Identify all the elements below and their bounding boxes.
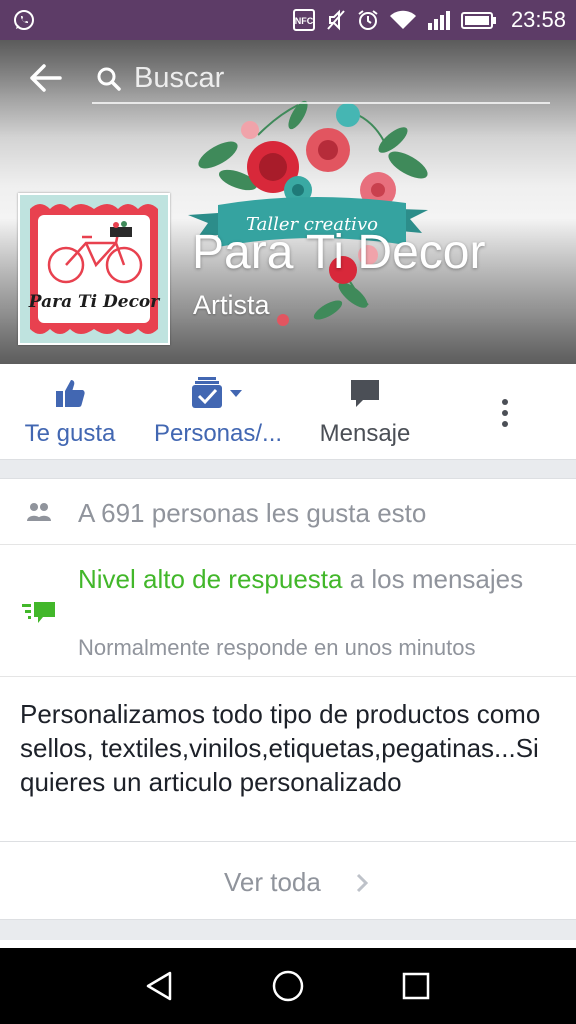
search-bar bbox=[0, 40, 576, 116]
nfc-icon: NFC bbox=[292, 9, 315, 31]
description-row: Personalizamos todo tipo de productos co… bbox=[0, 677, 576, 843]
alarm-icon bbox=[357, 9, 379, 31]
message-button[interactable]: Mensaje bbox=[314, 364, 416, 460]
following-icon bbox=[188, 376, 248, 410]
fast-reply-icon bbox=[22, 599, 56, 625]
response-rate-row: Nivel alto de respuesta a los mensajes N… bbox=[0, 545, 576, 677]
svg-text:NFC: NFC bbox=[295, 16, 314, 26]
message-icon bbox=[349, 376, 381, 410]
like-label: Te gusta bbox=[24, 420, 116, 447]
search-input[interactable] bbox=[134, 60, 534, 96]
action-bar: Te gusta Personas/... Mensaje bbox=[0, 364, 576, 460]
page-description: Personalizamos todo tipo de productos co… bbox=[20, 699, 541, 797]
wifi-icon bbox=[389, 9, 417, 31]
message-label: Mensaje bbox=[319, 420, 411, 447]
likes-row[interactable]: A 691 personas les gusta esto bbox=[0, 479, 576, 545]
next-section-edge bbox=[0, 940, 576, 948]
battery-icon bbox=[460, 9, 497, 31]
response-time-text: Normalmente responde en unos minutos bbox=[78, 635, 476, 660]
see-all-label: Ver toda bbox=[224, 867, 321, 897]
people-icon bbox=[26, 501, 52, 523]
following-button[interactable]: Personas/... bbox=[150, 364, 286, 460]
home-circle-icon[interactable] bbox=[268, 966, 308, 1006]
search-icon bbox=[96, 66, 122, 92]
status-bar: NFC 23:58 bbox=[0, 0, 576, 40]
whatsapp-icon bbox=[12, 8, 36, 32]
logo-image: Para Ti Decor bbox=[20, 195, 168, 343]
more-vertical-icon bbox=[501, 396, 509, 430]
search-underline bbox=[92, 102, 550, 104]
page-title: Para Ti Decor bbox=[192, 226, 486, 279]
logo-text: Para Ti Decor bbox=[28, 292, 161, 312]
response-rate-rest: a los mensajes bbox=[342, 564, 524, 594]
signal-icon bbox=[427, 9, 451, 31]
profile-picture[interactable]: Para Ti Decor bbox=[18, 193, 170, 345]
back-triangle-icon[interactable] bbox=[140, 966, 180, 1006]
clock: 23:58 bbox=[510, 7, 566, 32]
response-rate-text: Nivel alto de respuesta a los mensajes bbox=[78, 563, 548, 596]
screen: NFC 23:58 Taller creativo Buscar Para Ti… bbox=[0, 0, 576, 1024]
mute-icon bbox=[325, 9, 347, 31]
chevron-right-icon bbox=[354, 872, 370, 894]
cover-photo[interactable]: Taller creativo Buscar Para Ti Decor Par… bbox=[0, 40, 576, 364]
likes-count-text: A 691 personas les gusta esto bbox=[78, 498, 427, 528]
about-card: A 691 personas les gusta esto Nivel alto… bbox=[0, 478, 576, 842]
android-nav-bar bbox=[0, 948, 576, 1024]
see-all-button[interactable]: Ver toda bbox=[0, 842, 576, 920]
page-category: Artista bbox=[193, 290, 270, 320]
response-rate-highlight: Nivel alto de respuesta bbox=[78, 564, 343, 594]
recent-apps-square-icon[interactable] bbox=[396, 966, 436, 1006]
more-options-button[interactable] bbox=[490, 364, 520, 460]
like-button[interactable]: Te gusta bbox=[20, 364, 120, 460]
back-arrow-icon[interactable] bbox=[26, 60, 66, 96]
following-label: Personas/... bbox=[153, 420, 283, 447]
thumbs-up-icon bbox=[54, 376, 86, 410]
